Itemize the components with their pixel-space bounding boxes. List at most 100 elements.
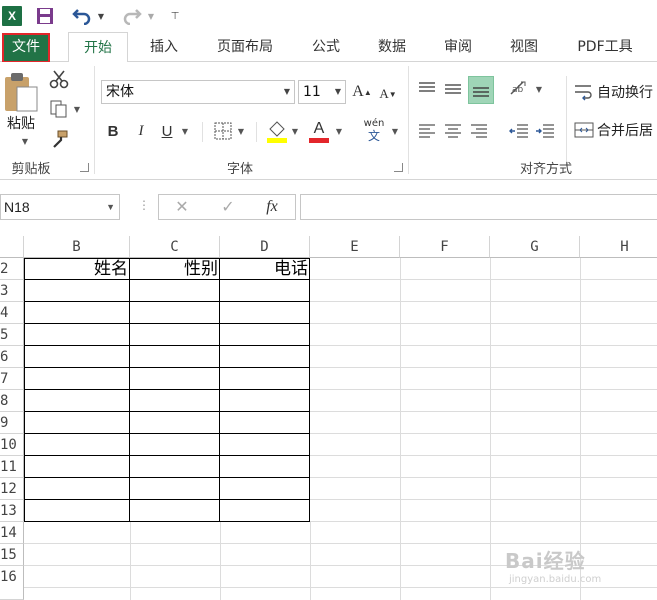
underline-button[interactable]: U [158,120,176,142]
tab-data[interactable]: 数据 [368,32,416,62]
tab-file[interactable]: 文件 [2,33,50,63]
row-header[interactable]: 3 [0,280,24,302]
cell-d2[interactable]: 电话 [220,258,310,280]
insert-function-button[interactable]: fx [259,197,285,217]
row-header[interactable]: 11 [0,456,24,478]
row-header[interactable]: 9 [0,412,24,434]
customize-qat-icon[interactable]: ⊤ [170,6,180,26]
row-header[interactable]: 2 [0,258,24,280]
align-left-icon[interactable] [416,120,438,142]
tab-home[interactable]: 开始 [68,32,128,63]
borders-icon[interactable] [212,120,234,142]
middle-align-icon[interactable] [442,78,464,100]
formula-input[interactable] [300,194,657,220]
row-header[interactable]: 12 [0,478,24,500]
paste-button-label[interactable]: 粘贴 [2,114,40,132]
font-launcher-icon[interactable] [394,163,403,172]
clipboard-launcher-icon[interactable] [80,163,89,172]
font-separator [202,122,203,142]
column-header-h[interactable]: H [580,236,657,258]
wrap-text-button[interactable]: 自动换行 [574,80,657,104]
underline-dropdown-icon[interactable]: ▼ [180,126,190,136]
decrease-indent-icon[interactable] [508,120,530,142]
row-header[interactable]: 6 [0,346,24,368]
save-icon[interactable] [36,6,54,26]
row-header[interactable]: 14 [0,522,24,544]
tab-pdf-tools[interactable]: PDF工具 [568,32,642,62]
bottom-align-icon[interactable] [468,76,494,104]
watermark-url: jingyan.baidu.com [509,574,602,585]
watermark-brand: Bai经验 [505,549,586,573]
tab-formulas[interactable]: 公式 [302,32,350,62]
row-header[interactable]: 13 [0,500,24,522]
redo-dropdown-icon[interactable]: ▼ [146,6,156,26]
italic-button[interactable]: I [132,120,150,142]
merge-center-label: 合并后居 [597,123,653,139]
name-box-dropdown-icon[interactable]: ▼ [106,195,115,219]
row-header[interactable]: 5 [0,324,24,346]
tab-review[interactable]: 审阅 [434,32,482,62]
increase-font-size-icon[interactable]: A ▲ [352,82,372,102]
table-border [24,323,310,324]
column-header-f[interactable]: F [400,236,490,258]
align-right-icon[interactable] [468,120,490,142]
tab-page-layout[interactable]: 页面布局 [206,32,284,62]
column-header-b[interactable]: B [24,236,130,258]
paste-icon[interactable] [2,70,40,116]
font-size-combo[interactable]: 11 ▼ [298,80,346,104]
row-header[interactable]: 8 [0,390,24,412]
phonetic-dropdown-icon[interactable]: ▼ [390,126,400,136]
font-name-dropdown-icon[interactable]: ▼ [280,81,294,103]
column-header-g[interactable]: G [490,236,580,258]
copy-dropdown-icon[interactable]: ▼ [72,104,82,114]
column-header-d[interactable]: D [220,236,310,258]
phonetic-guide-icon[interactable]: wén 文 [360,118,388,144]
tab-view[interactable]: 视图 [500,32,548,62]
gridline [24,543,657,544]
name-box[interactable]: N18 ▼ [0,194,120,220]
tab-insert[interactable]: 插入 [140,32,188,62]
row-header[interactable]: 7 [0,368,24,390]
row-header[interactable]: 10 [0,434,24,456]
formula-bar-grip-icon[interactable]: ⋮ [138,198,150,212]
paste-dropdown-icon[interactable]: ▼ [20,136,30,146]
undo-icon[interactable] [72,6,92,26]
increase-indent-icon[interactable] [534,120,556,142]
redo-icon[interactable] [122,6,142,26]
formula-bar: N18 ▼ ⋮ ✕ ✓ fx [0,180,657,236]
column-header-c[interactable]: C [130,236,220,258]
font-color-icon[interactable]: A [308,118,330,144]
fill-color-icon[interactable] [266,118,288,144]
font-color-dropdown-icon[interactable]: ▼ [334,126,344,136]
name-box-value: N18 [4,199,30,215]
enter-icon[interactable]: ✓ [217,197,239,217]
select-all-corner[interactable] [0,236,24,258]
bold-button[interactable]: B [104,120,122,142]
row-header[interactable]: 16 [0,566,24,600]
format-painter-icon[interactable] [48,128,70,150]
orientation-dropdown-icon[interactable]: ▼ [534,84,544,94]
table-border [129,258,130,522]
quick-access-toolbar: X ▼ ▼ ⊤ [0,0,657,32]
row-header[interactable]: 15 [0,544,24,566]
undo-dropdown-icon[interactable]: ▼ [96,6,106,26]
borders-dropdown-icon[interactable]: ▼ [236,126,246,136]
top-align-icon[interactable] [416,78,438,100]
orientation-icon[interactable]: ab [508,78,530,100]
copy-icon[interactable] [48,98,70,120]
table-border [24,367,310,368]
fill-color-dropdown-icon[interactable]: ▼ [290,126,300,136]
row-header[interactable]: 4 [0,302,24,324]
cell-c2[interactable]: 性别 [130,258,220,280]
merge-center-button[interactable]: 合并后居 [574,118,657,142]
align-center-icon[interactable] [442,120,464,142]
font-size-dropdown-icon[interactable]: ▼ [331,81,345,103]
cut-icon[interactable] [48,68,70,90]
decrease-font-size-icon[interactable]: A ▼ [378,84,398,104]
column-header-e[interactable]: E [310,236,400,258]
formula-buttons: ✕ ✓ fx [158,194,296,220]
gridline [400,258,401,600]
cell-b2[interactable]: 姓名 [24,258,130,280]
font-name-combo[interactable]: 宋体 ▼ [101,80,295,104]
cancel-icon[interactable]: ✕ [171,197,193,217]
